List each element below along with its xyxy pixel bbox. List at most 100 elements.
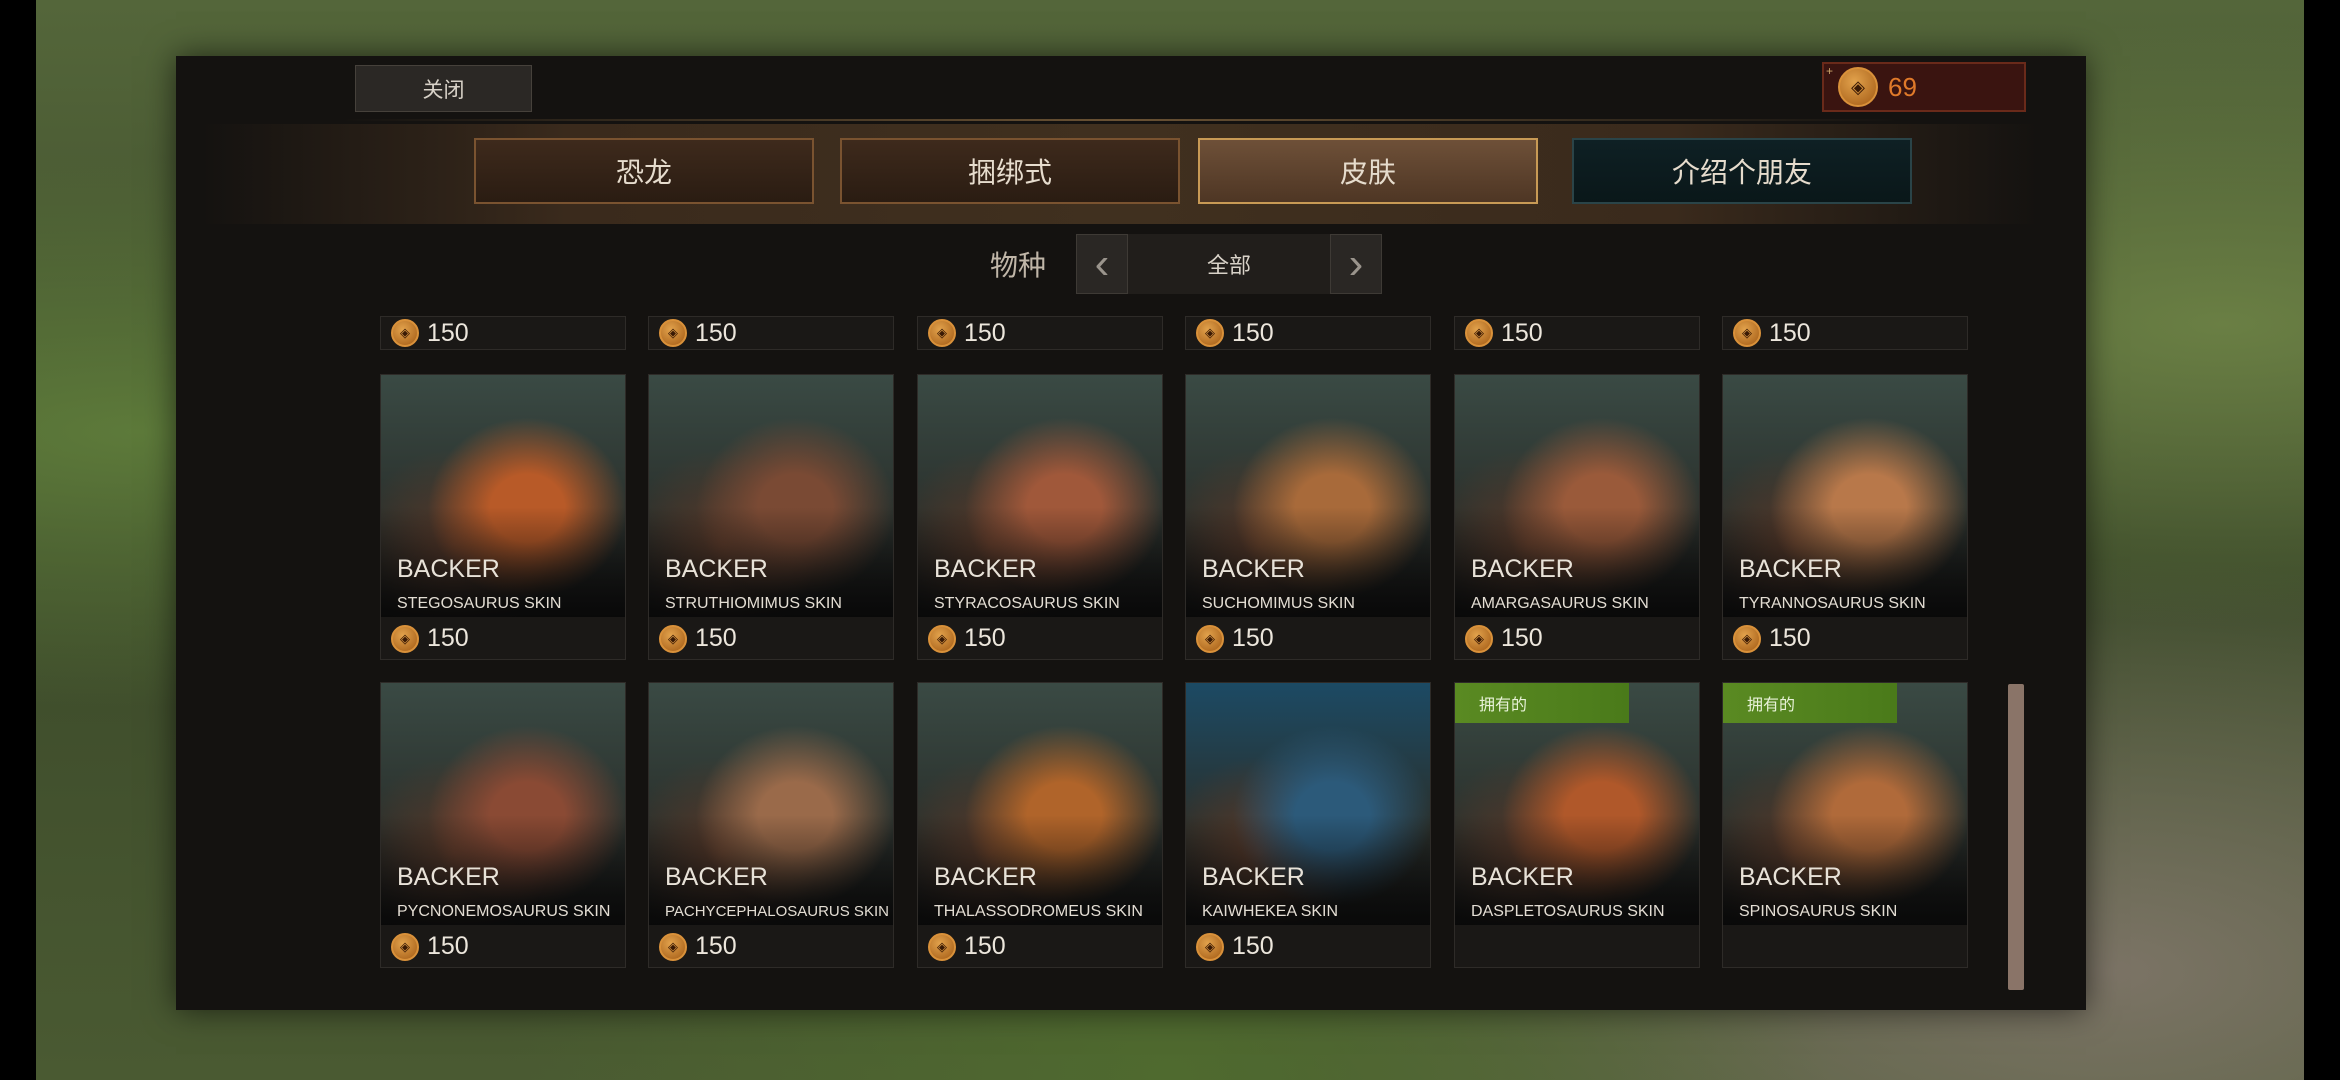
skin-name: TYRANNOSAURUS SKIN	[1739, 595, 1926, 612]
skin-name: STEGOSAURUS SKIN	[397, 595, 562, 612]
skin-price: ◈ 150	[1196, 932, 1274, 961]
skin-price: ◈ 150	[659, 932, 737, 961]
skin-tier-label: BACKER	[665, 555, 768, 583]
skin-name: DASPLETOSAURUS SKIN	[1471, 903, 1665, 920]
add-currency-icon[interactable]: +	[1826, 64, 1833, 78]
chevron-left-icon[interactable]: ‹	[1076, 234, 1128, 294]
skin-name: SUCHOMIMUS SKIN	[1202, 595, 1355, 612]
skin-price: ◈ 150	[391, 624, 469, 653]
card-price-strip[interactable]: ◈ 150	[1454, 316, 1700, 350]
card-price-strip[interactable]: ◈ 150	[648, 316, 894, 350]
price-value: 150	[427, 932, 469, 960]
skin-name: STRUTHIOMIMUS SKIN	[665, 595, 842, 612]
species-filter-label: 物种	[990, 250, 1047, 281]
dino-coin-icon: ◈	[391, 319, 419, 347]
skin-tier-label: BACKER	[1202, 555, 1305, 583]
skin-tier-label: BACKER	[397, 863, 500, 891]
dino-coin-icon: ◈	[928, 932, 956, 961]
tab-1[interactable]: 捆绑式	[840, 138, 1180, 204]
skin-name: SPINOSAURUS SKIN	[1739, 903, 1898, 920]
price-value: 150	[1769, 624, 1811, 652]
currency-balance[interactable]: + ◈ 69	[1822, 62, 2026, 112]
price-value: 150	[427, 624, 469, 652]
card-price-strip[interactable]: ◈ 150	[1185, 316, 1431, 350]
skin-tier-label: BACKER	[1471, 863, 1574, 891]
dino-coin-icon: ◈	[659, 624, 687, 653]
price-value: 150	[1232, 624, 1274, 652]
skin-price: ◈ 150	[1733, 624, 1811, 653]
skin-name: STYRACOSAURUS SKIN	[934, 595, 1120, 612]
dino-coin-icon: ◈	[1196, 319, 1224, 347]
owned-badge: 拥有的	[1455, 683, 1629, 723]
close-button[interactable]: 关闭	[355, 65, 532, 112]
price-value: 150	[964, 932, 1006, 960]
card-price-strip[interactable]: ◈ 150	[380, 316, 626, 350]
skin-name: THALASSODROMEUS SKIN	[934, 903, 1143, 920]
skin-name: AMARGASAURUS SKIN	[1471, 595, 1649, 612]
skin-tier-label: BACKER	[1739, 555, 1842, 583]
currency-amount: 69	[1888, 71, 1917, 102]
skin-price: ◈ 150	[928, 932, 1006, 961]
skin-tier-label: BACKER	[1202, 863, 1305, 891]
skin-name: PYCNONEMOSAURUS SKIN	[397, 903, 611, 920]
skin-tier-label: BACKER	[1471, 555, 1574, 583]
owned-badge: 拥有的	[1723, 683, 1897, 723]
skin-name: KAIWHEKEA SKIN	[1202, 903, 1339, 920]
price-value: 150	[964, 318, 1006, 347]
skin-card[interactable]: 拥有的 BACKER DASPLETOSAURUS SKIN	[1454, 682, 1700, 968]
price-value: 150	[1232, 318, 1274, 347]
price-value: 150	[964, 624, 1006, 652]
price-value: 150	[695, 318, 737, 347]
card-price-strip[interactable]: ◈ 150	[917, 316, 1163, 350]
dino-coin-icon: ◈	[1733, 319, 1761, 347]
price-value: 150	[695, 624, 737, 652]
tab-2[interactable]: 皮肤	[1198, 138, 1538, 204]
price-value: 150	[695, 932, 737, 960]
skin-card[interactable]: BACKER PYCNONEMOSAURUS SKIN ◈ 150	[380, 682, 626, 968]
price-value: 150	[427, 318, 469, 347]
skin-price: ◈ 150	[1196, 624, 1274, 653]
skin-tier-label: BACKER	[665, 863, 768, 891]
card-price-strip[interactable]: ◈ 150	[1722, 316, 1968, 350]
dino-coin-icon: ◈	[1838, 67, 1878, 107]
dino-coin-icon: ◈	[391, 932, 419, 961]
skin-card[interactable]: BACKER STYRACOSAURUS SKIN ◈ 150	[917, 374, 1163, 660]
skin-card[interactable]: BACKER STEGOSAURUS SKIN ◈ 150	[380, 374, 626, 660]
chevron-right-icon[interactable]: ›	[1330, 234, 1382, 294]
dino-coin-icon: ◈	[1465, 319, 1493, 347]
tab-3[interactable]: 介绍个朋友	[1572, 138, 1912, 204]
skin-tier-label: BACKER	[934, 863, 1037, 891]
dino-coin-icon: ◈	[1196, 932, 1224, 961]
dino-coin-icon: ◈	[1196, 624, 1224, 653]
tab-0[interactable]: 恐龙	[474, 138, 814, 204]
grid-scrollbar[interactable]	[2008, 684, 2024, 990]
header-divider	[340, 119, 1900, 121]
dino-coin-icon: ◈	[928, 319, 956, 347]
dino-coin-icon: ◈	[1465, 624, 1493, 653]
skin-name: PACHYCEPHALOSAURUS SKIN	[665, 903, 889, 920]
skin-card[interactable]: BACKER STRUTHIOMIMUS SKIN ◈ 150	[648, 374, 894, 660]
skin-price: ◈ 150	[391, 932, 469, 961]
skin-card[interactable]: 拥有的 BACKER SPINOSAURUS SKIN	[1722, 682, 1968, 968]
skin-tier-label: BACKER	[1739, 863, 1842, 891]
skin-tier-label: BACKER	[397, 555, 500, 583]
price-value: 150	[1769, 318, 1811, 347]
dino-coin-icon: ◈	[928, 624, 956, 653]
dino-coin-icon: ◈	[659, 932, 687, 961]
species-filter-value[interactable]: 全部	[1128, 234, 1330, 294]
skin-price: ◈ 150	[659, 624, 737, 653]
skin-card[interactable]: BACKER KAIWHEKEA SKIN ◈ 150	[1185, 682, 1431, 968]
skin-price: ◈ 150	[1465, 624, 1543, 653]
price-value: 150	[1232, 932, 1274, 960]
dino-coin-icon: ◈	[1733, 624, 1761, 653]
price-value: 150	[1501, 318, 1543, 347]
skin-grid[interactable]: ◈ 150 ◈ 150 ◈ 150 ◈ 150 ◈ 150 ◈ 150 BACKER STEGOSAURU…	[380, 316, 1980, 976]
skin-card[interactable]: BACKER THALASSODROMEUS SKIN ◈ 150	[917, 682, 1163, 968]
skin-card[interactable]: BACKER AMARGASAURUS SKIN ◈ 150	[1454, 374, 1700, 660]
skin-card[interactable]: BACKER SUCHOMIMUS SKIN ◈ 150	[1185, 374, 1431, 660]
skin-card[interactable]: BACKER PACHYCEPHALOSAURUS SKIN ◈ 150	[648, 682, 894, 968]
system-bar-right	[2304, 0, 2340, 1080]
dino-coin-icon: ◈	[391, 624, 419, 653]
skin-card[interactable]: BACKER TYRANNOSAURUS SKIN ◈ 150	[1722, 374, 1968, 660]
skin-tier-label: BACKER	[934, 555, 1037, 583]
